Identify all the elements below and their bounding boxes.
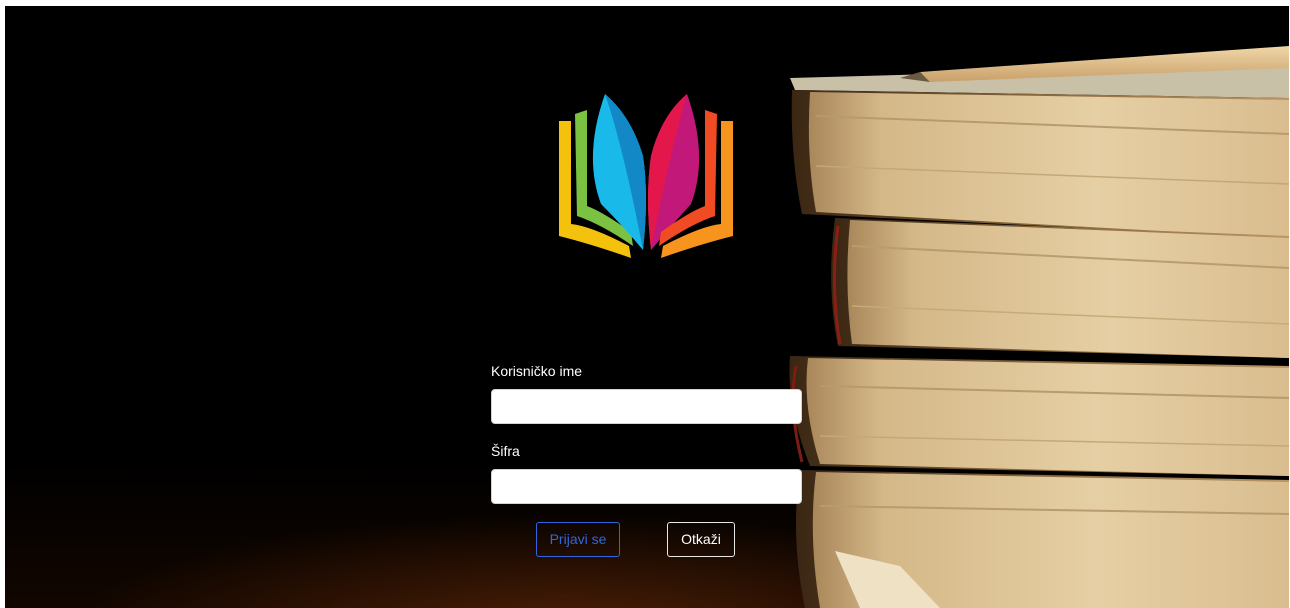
login-button[interactable]: Prijavi se xyxy=(536,522,620,557)
open-book-logo-icon xyxy=(559,94,733,258)
login-form: Korisničko ime Šifra Prijavi se Otkaži xyxy=(491,360,803,562)
cancel-button[interactable]: Otkaži xyxy=(667,522,735,557)
password-input[interactable] xyxy=(491,469,802,504)
book-stack-image xyxy=(789,46,1289,608)
password-label: Šifra xyxy=(491,443,520,459)
form-actions: Prijavi se Otkaži xyxy=(491,522,803,562)
username-label: Korisničko ime xyxy=(491,363,583,379)
login-page: Korisničko ime Šifra Prijavi se Otkaži xyxy=(5,6,1289,608)
username-input[interactable] xyxy=(491,389,802,424)
